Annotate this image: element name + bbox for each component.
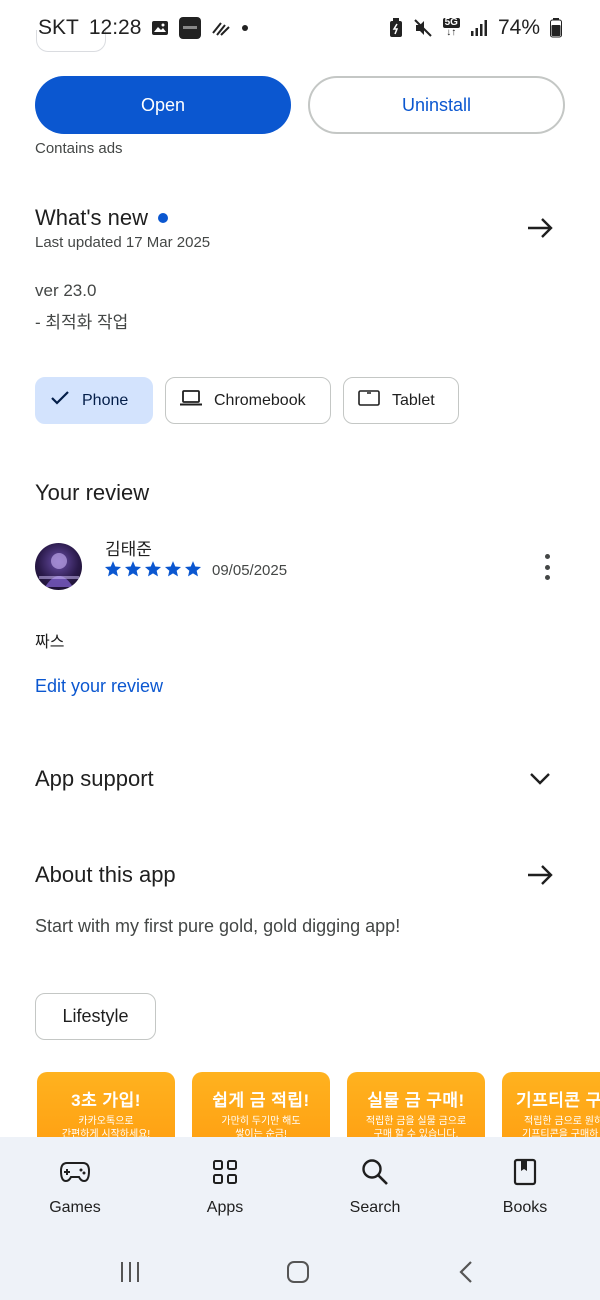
nav-item-books[interactable]: Books bbox=[450, 1137, 600, 1242]
your-review-heading: Your review bbox=[35, 480, 150, 505]
signal-icon bbox=[470, 19, 488, 37]
gamepad-icon bbox=[60, 1157, 90, 1187]
battery-saver-icon bbox=[389, 18, 403, 38]
data-arrows-icon: ↓↑ bbox=[446, 27, 457, 38]
laptop-icon bbox=[180, 390, 202, 411]
whats-new-arrow-icon[interactable] bbox=[524, 212, 556, 244]
device-chip-chromebook[interactable]: Chromebook bbox=[165, 377, 331, 424]
more-options-icon[interactable] bbox=[534, 552, 560, 582]
battery-icon bbox=[550, 18, 562, 38]
screenshot-title: 쉽게 금 적립! bbox=[212, 1091, 310, 1110]
star-icon bbox=[104, 561, 122, 577]
nav-label: Games bbox=[49, 1199, 101, 1216]
version-label: ver 23.0 bbox=[35, 281, 97, 300]
clock: 12:28 bbox=[88, 16, 142, 39]
more-notifications-dot bbox=[241, 24, 249, 32]
nav-label: Apps bbox=[206, 1199, 244, 1216]
open-button[interactable]: Open bbox=[35, 76, 291, 134]
battery-percent: 74% bbox=[497, 16, 540, 39]
star-icon bbox=[184, 561, 202, 577]
device-chip-label: Phone bbox=[82, 391, 129, 409]
screenshot-caption-line1: 카카오톡으로 bbox=[78, 1116, 134, 1127]
status-right: 5G ↓↑ 74% bbox=[389, 16, 562, 40]
avatar bbox=[35, 543, 82, 590]
dot bbox=[544, 564, 550, 570]
mute-icon bbox=[413, 18, 433, 38]
review-date: 09/05/2025 bbox=[212, 562, 288, 579]
check-icon bbox=[50, 390, 70, 411]
reviewer-name: 김태준 bbox=[105, 540, 152, 559]
last-updated-label: Last updated 17 Mar 2025 bbox=[35, 234, 211, 251]
screenshot-caption-line1: 적립한 금으로 원하 bbox=[524, 1116, 600, 1127]
category-chip[interactable]: Lifestyle bbox=[35, 993, 156, 1040]
bottom-navigation: Games Apps Search Books bbox=[0, 1137, 600, 1242]
screenshot-title: 3초 가입! bbox=[71, 1091, 141, 1110]
search-icon bbox=[360, 1157, 390, 1187]
chevron-down-icon[interactable] bbox=[524, 763, 556, 795]
status-left: SKT 12:28 bbox=[38, 16, 249, 40]
nav-item-search[interactable]: Search bbox=[300, 1137, 450, 1242]
status-bar: SKT 12:28 5G ↓↑ 74% bbox=[0, 0, 600, 58]
nav-item-apps[interactable]: Apps bbox=[150, 1137, 300, 1242]
nav-label: Search bbox=[349, 1199, 401, 1216]
whats-new-heading[interactable]: What's new bbox=[35, 205, 169, 231]
star-rating bbox=[104, 560, 202, 578]
device-chip-label: Tablet bbox=[392, 391, 435, 409]
screenshot-caption-line1: 적립한 금을 실물 금으로 bbox=[365, 1116, 467, 1127]
carrier-label: SKT bbox=[38, 16, 79, 39]
device-chip-tablet[interactable]: Tablet bbox=[343, 377, 459, 424]
about-app-heading[interactable]: About this app bbox=[35, 862, 176, 888]
screenshot-caption-line1: 가만히 두기만 해도 bbox=[221, 1116, 301, 1127]
device-chip-phone[interactable]: Phone bbox=[35, 377, 153, 424]
recent-apps-icon[interactable] bbox=[110, 1252, 150, 1292]
new-indicator-dot bbox=[158, 213, 169, 223]
gallery-notification-icon bbox=[151, 19, 169, 37]
contains-ads-label: Contains ads bbox=[35, 140, 123, 157]
star-icon bbox=[124, 561, 142, 577]
about-arrow-icon[interactable] bbox=[524, 859, 556, 891]
nav-item-games[interactable]: Games bbox=[0, 1137, 150, 1242]
star-icon bbox=[164, 561, 182, 577]
tablet-icon bbox=[358, 390, 380, 411]
network-5g-icon: 5G ↓↑ bbox=[442, 18, 460, 38]
uninstall-button[interactable]: Uninstall bbox=[308, 76, 565, 134]
system-navigation-bar bbox=[0, 1242, 600, 1300]
release-note: - 최적화 작업 bbox=[35, 313, 129, 332]
star-icon bbox=[144, 561, 162, 577]
device-chip-label: Chromebook bbox=[214, 391, 306, 409]
nav-label: Books bbox=[502, 1199, 548, 1216]
screenshot-title: 기프티콘 구 bbox=[516, 1091, 600, 1110]
apps-grid-icon bbox=[210, 1157, 240, 1187]
dot bbox=[544, 554, 550, 559]
whats-new-title: What's new bbox=[35, 205, 149, 230]
edit-review-link[interactable]: Edit your review bbox=[35, 676, 163, 697]
back-icon[interactable] bbox=[446, 1252, 486, 1292]
sync-notification-icon bbox=[211, 19, 231, 37]
screenshot-title: 실물 금 구매! bbox=[367, 1091, 465, 1110]
app-notification-icon bbox=[179, 17, 202, 39]
home-icon[interactable] bbox=[278, 1252, 318, 1292]
about-description: Start with my first pure gold, gold digg… bbox=[35, 916, 401, 936]
app-support-heading[interactable]: App support bbox=[35, 766, 154, 792]
book-icon bbox=[510, 1157, 540, 1187]
review-text: 짜스 bbox=[35, 634, 65, 651]
dot bbox=[544, 575, 550, 580]
